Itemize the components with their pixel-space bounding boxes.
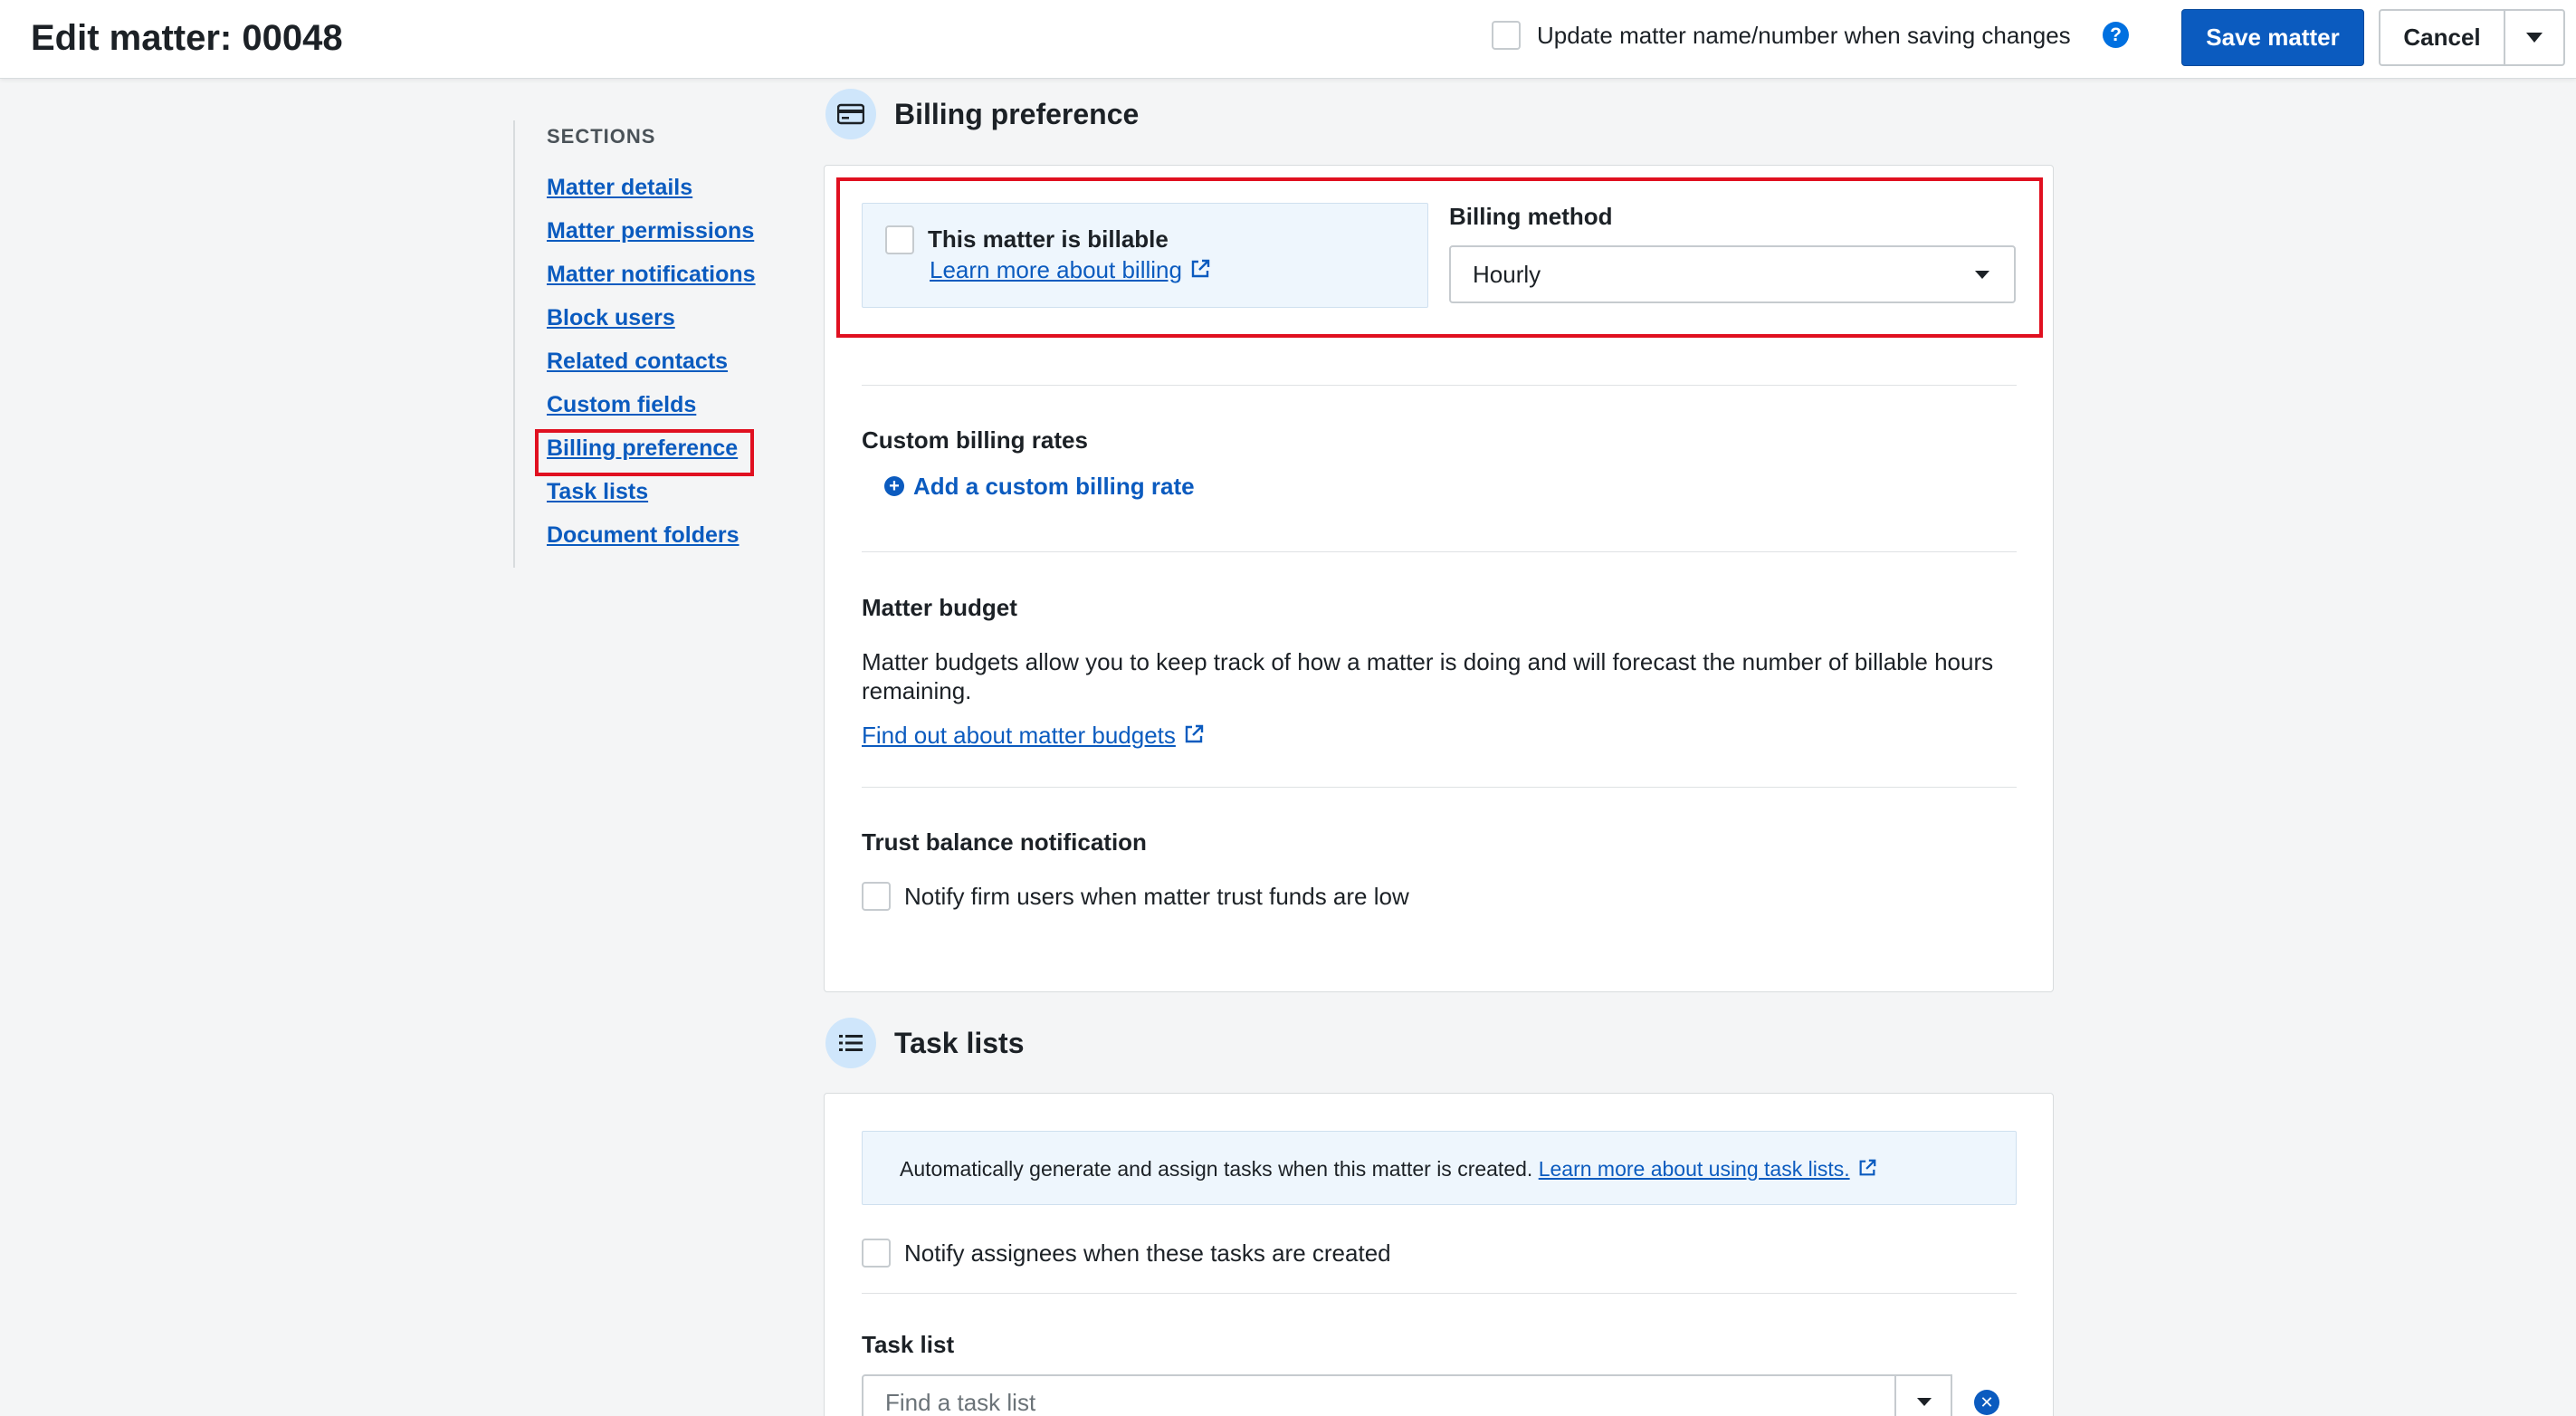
add-custom-rate-label: Add a custom billing rate — [913, 473, 1195, 500]
top-header: Edit matter: 00048 Update matter name/nu… — [0, 0, 2576, 79]
credit-card-icon — [825, 89, 876, 139]
nav-matter-permissions[interactable]: Matter permissions — [547, 216, 754, 245]
external-link-icon — [1859, 1159, 1875, 1176]
update-name-label[interactable]: Update matter name/number when saving ch… — [1537, 20, 2071, 51]
task-banner-link-text: Learn more about using task lists. — [1538, 1157, 1850, 1181]
nav-matter-details[interactable]: Matter details — [547, 173, 692, 202]
nav-related-contacts[interactable]: Related contacts — [547, 347, 728, 376]
trust-notify-checkbox[interactable] — [862, 882, 891, 911]
chevron-down-icon — [2526, 33, 2543, 43]
nav-matter-notifications[interactable]: Matter notifications — [547, 260, 756, 289]
nav-block-users[interactable]: Block users — [547, 303, 675, 332]
budget-description-2: remaining. — [862, 677, 972, 704]
sections-nav: SECTIONS Matter details Matter permissio… — [513, 120, 785, 568]
custom-rates-title: Custom billing rates — [862, 426, 1088, 454]
nav-custom-fields[interactable]: Custom fields — [547, 390, 696, 419]
task-banner-text: Automatically generate and assign tasks … — [900, 1157, 1533, 1181]
trust-notify-label[interactable]: Notify firm users when matter trust fund… — [904, 882, 1409, 911]
divider — [862, 787, 2017, 788]
add-custom-rate-button[interactable]: + Add a custom billing rate — [884, 472, 1195, 501]
budget-description: Matter budgets allow you to keep track o… — [862, 648, 1994, 675]
task-info-banner: Automatically generate and assign tasks … — [862, 1131, 2017, 1205]
close-icon[interactable]: ✕ — [1974, 1390, 1999, 1415]
billing-section-title: Billing preference — [894, 98, 1140, 130]
tasks-section-title: Task lists — [894, 1027, 1025, 1059]
divider — [862, 1293, 2017, 1294]
divider — [862, 385, 2017, 386]
task-list-search-input[interactable]: Find a task list — [862, 1374, 1952, 1416]
notify-assignees-label[interactable]: Notify assignees when these tasks are cr… — [904, 1239, 1391, 1268]
update-name-checkbox[interactable] — [1492, 21, 1521, 50]
task-list-placeholder: Find a task list — [885, 1389, 1036, 1416]
budget-title: Matter budget — [862, 594, 1017, 621]
task-banner-link[interactable]: Learn more about using task lists. — [1539, 1157, 1850, 1181]
nav-task-lists[interactable]: Task lists — [547, 477, 648, 506]
chevron-down-icon — [1917, 1397, 1932, 1406]
nav-document-folders[interactable]: Document folders — [547, 521, 739, 550]
budget-link-text: Find out about matter budgets — [862, 722, 1176, 749]
list-icon — [825, 1018, 876, 1068]
plus-circle-icon: + — [884, 476, 904, 496]
billing-highlight-box — [836, 177, 2043, 338]
external-link-icon — [1185, 724, 1204, 743]
save-matter-button[interactable]: Save matter — [2181, 9, 2364, 66]
task-list-dropdown-button[interactable] — [1894, 1374, 1952, 1416]
active-nav-highlight — [535, 429, 754, 476]
cancel-button[interactable]: Cancel — [2379, 9, 2504, 66]
cancel-dropdown-button[interactable] — [2504, 9, 2565, 66]
trust-title: Trust balance notification — [862, 828, 1147, 856]
page-title: Edit matter: 00048 — [31, 18, 343, 58]
help-icon[interactable]: ? — [2103, 22, 2129, 48]
task-list-title: Task list — [862, 1331, 955, 1358]
budget-link[interactable]: Find out about matter budgets — [862, 721, 1205, 750]
sections-title: SECTIONS — [547, 125, 656, 148]
divider — [862, 551, 2017, 552]
notify-assignees-checkbox[interactable] — [862, 1239, 891, 1268]
